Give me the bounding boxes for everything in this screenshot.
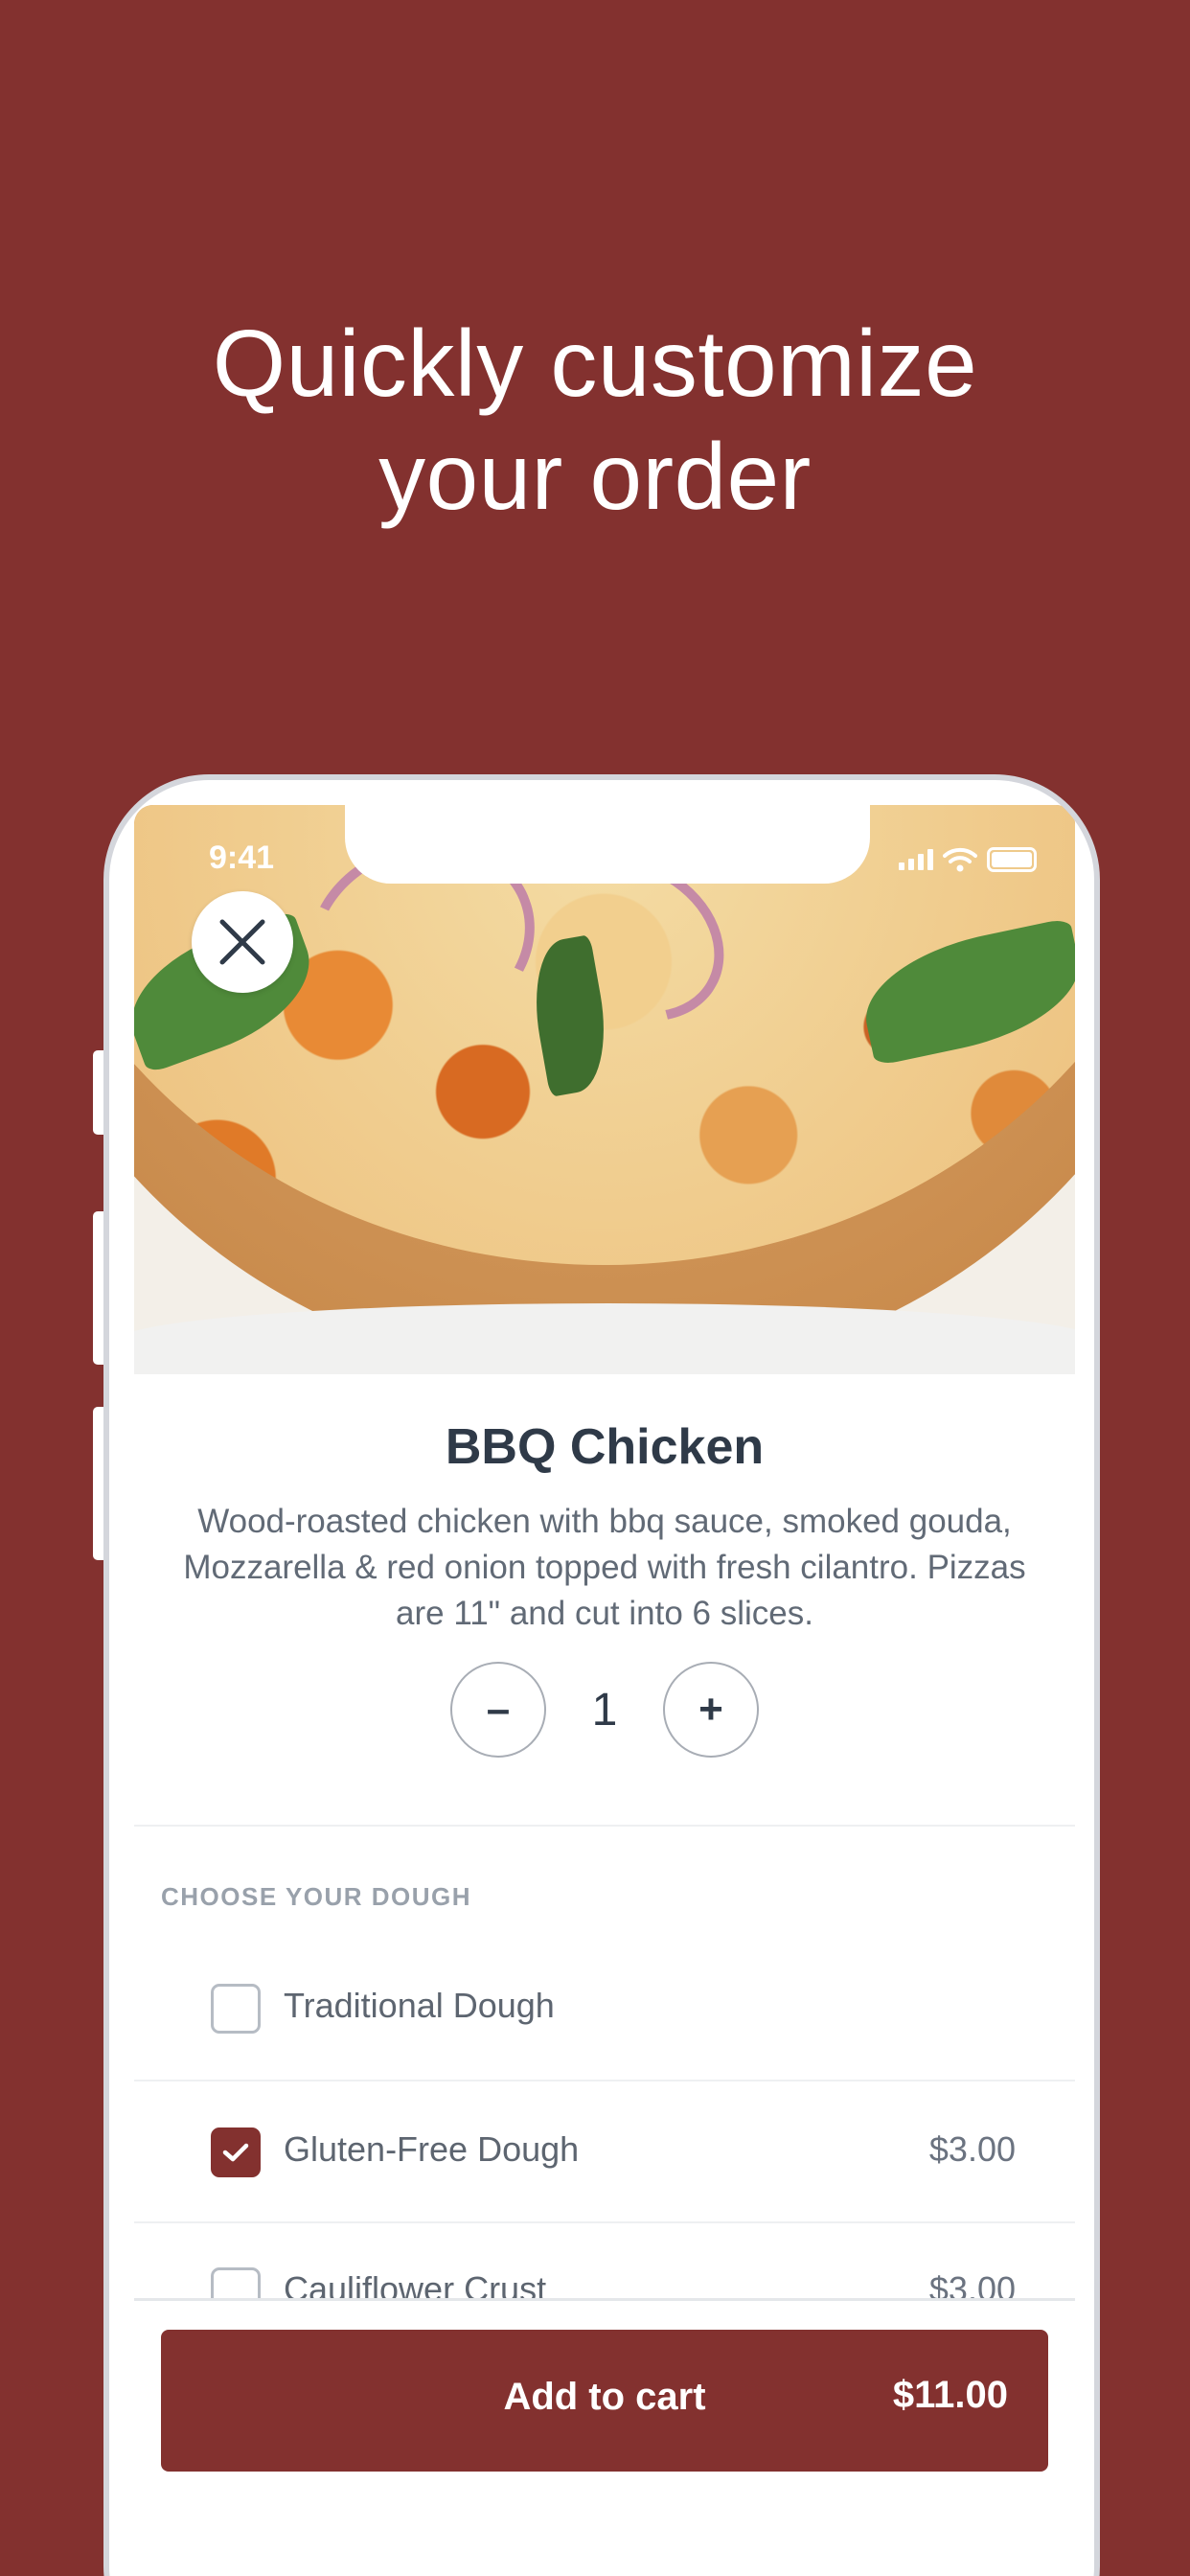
section-divider: [134, 1825, 1075, 1827]
signal-icon: [899, 849, 933, 870]
checkmark-icon: [222, 2143, 249, 2162]
cart-bar: Add to cart $11.00: [134, 2298, 1075, 2576]
option-price: $3.00: [928, 2129, 1016, 2169]
close-icon: [219, 919, 265, 965]
dough-option-gluten-free[interactable]: Gluten-Free Dough $3.00: [134, 2082, 1075, 2223]
cart-total: $11.00: [892, 2374, 1008, 2416]
option-label: Traditional Dough: [284, 1986, 555, 2025]
checkbox-checked[interactable]: [211, 2128, 261, 2177]
phone-frame: 9:41 BBQ Chicken Wood-roasted chicken wi…: [103, 774, 1100, 2576]
product-image: 9:41: [134, 805, 1075, 1374]
headline-line-2: your order: [378, 424, 812, 529]
option-label: Gluten-Free Dough: [284, 2129, 580, 2169]
section-label: CHOOSE YOUR DOUGH: [161, 1882, 472, 1911]
headline-line-1: Quickly customize: [212, 310, 978, 416]
app-screen: 9:41 BBQ Chicken Wood-roasted chicken wi…: [134, 805, 1075, 2576]
checkbox[interactable]: [211, 1984, 261, 2034]
phone-notch: [345, 805, 870, 884]
quantity-stepper: – 1 +: [134, 1662, 1075, 1758]
close-button[interactable]: [192, 891, 293, 993]
status-icons: [899, 847, 1037, 872]
wifi-icon: [943, 847, 977, 872]
product-description: Wood-roasted chicken with bbq sauce, smo…: [183, 1503, 1026, 1632]
quantity-value: 1: [591, 1684, 618, 1736]
add-to-cart-button[interactable]: Add to cart $11.00: [161, 2330, 1048, 2472]
headline: Quickly customize your order: [0, 307, 1190, 533]
plate: [134, 1303, 1075, 1374]
product-title: BBQ Chicken: [445, 1419, 765, 1475]
dough-option-traditional[interactable]: Traditional Dough: [134, 1938, 1075, 2080]
increment-button[interactable]: +: [663, 1662, 759, 1758]
battery-icon: [987, 847, 1037, 872]
status-time: 9:41: [209, 840, 275, 876]
decrement-button[interactable]: –: [450, 1662, 546, 1758]
